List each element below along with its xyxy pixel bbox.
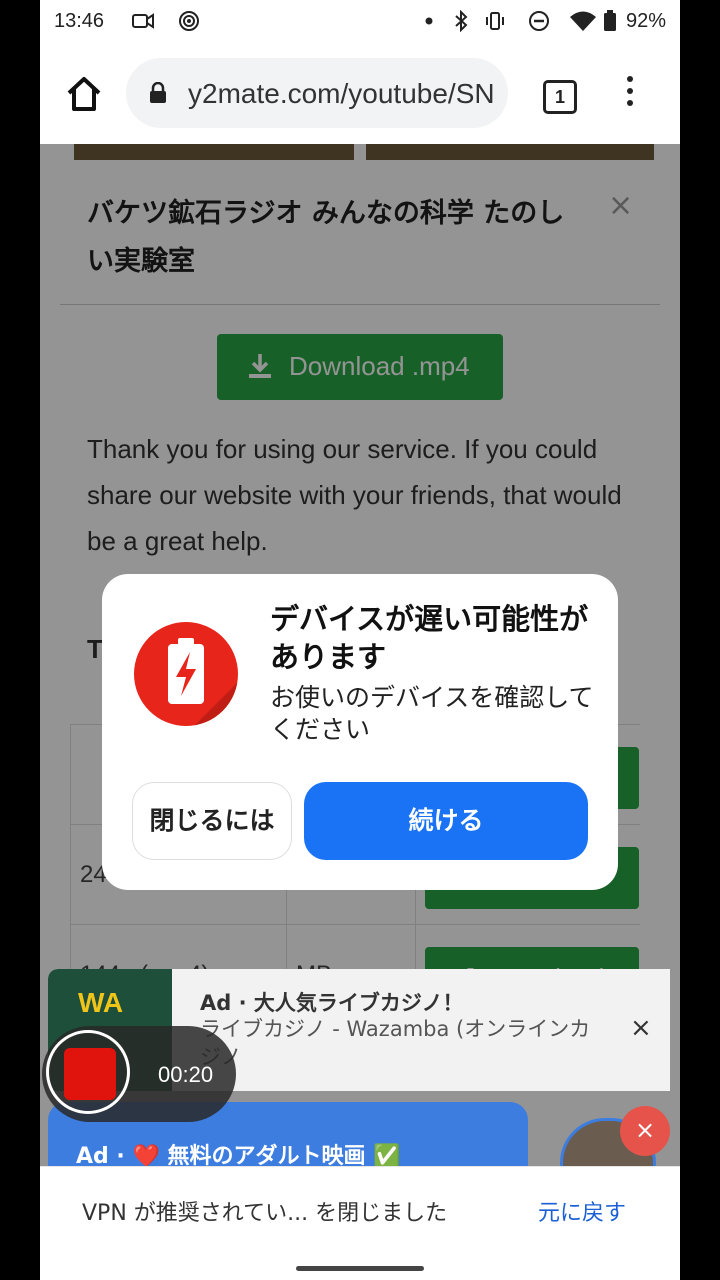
gesture-bar bbox=[40, 1256, 680, 1280]
browser-toolbar: y2mate.com/youtube/SN 1 bbox=[40, 44, 680, 144]
snackbar: VPN が推奨されてい... を閉じました 元に戻す bbox=[40, 1166, 680, 1257]
do-not-disturb-icon bbox=[529, 11, 549, 31]
continue-button[interactable]: 続ける bbox=[304, 782, 588, 860]
chat-ad-close-icon[interactable]: × bbox=[620, 1106, 670, 1156]
url-text: y2mate.com/youtube/SN bbox=[188, 78, 495, 109]
alert-subtitle: お使いのデバイスを確認してください bbox=[270, 683, 594, 744]
bluetooth-icon bbox=[455, 10, 468, 32]
close-button[interactable]: 閉じるには bbox=[132, 782, 292, 860]
snackbar-message: VPN が推奨されてい... を閉じました bbox=[82, 1201, 448, 1226]
dot-icon bbox=[425, 17, 433, 25]
vibrate-icon bbox=[486, 12, 504, 30]
tab-switcher-button[interactable]: 1 bbox=[543, 80, 577, 114]
battery-icon bbox=[604, 10, 616, 31]
ad-close-icon[interactable]: × bbox=[630, 1013, 652, 1043]
slow-device-alert: デバイスが遅い可能性があります お使いのデバイスを確認してください 閉じるには … bbox=[102, 574, 618, 890]
battery-percent: 92% bbox=[626, 10, 667, 32]
status-time: 13:46 bbox=[54, 10, 105, 32]
recording-time: 00:20 bbox=[158, 1062, 214, 1087]
hotspot-icon bbox=[179, 11, 199, 31]
home-icon[interactable] bbox=[64, 74, 104, 114]
battery-warning-icon bbox=[134, 622, 238, 726]
ad-body: ライブカジノ - Wazamba (オンラインカジノ bbox=[200, 1017, 591, 1069]
lock-icon bbox=[150, 82, 166, 103]
home-gesture-pill[interactable] bbox=[296, 1266, 424, 1271]
status-bar: 13:46 92% bbox=[40, 0, 680, 44]
screen-recorder-widget: 00:20 bbox=[42, 1026, 236, 1122]
ad-headline: Ad · 大人気ライブカジノ！ bbox=[200, 991, 464, 1015]
alert-title: デバイスが遅い可能性があります bbox=[270, 602, 589, 674]
wifi-icon bbox=[570, 11, 596, 31]
video-camera-icon bbox=[132, 13, 154, 29]
more-menu-icon[interactable] bbox=[624, 76, 636, 112]
url-bar[interactable]: y2mate.com/youtube/SN bbox=[126, 58, 508, 128]
stop-recording-button[interactable] bbox=[64, 1048, 116, 1100]
undo-button[interactable]: 元に戻す bbox=[538, 1195, 626, 1227]
phone-screen: 13:46 92% y2mate.com/youtube/SN 1 24 バケツ… bbox=[40, 0, 680, 1280]
